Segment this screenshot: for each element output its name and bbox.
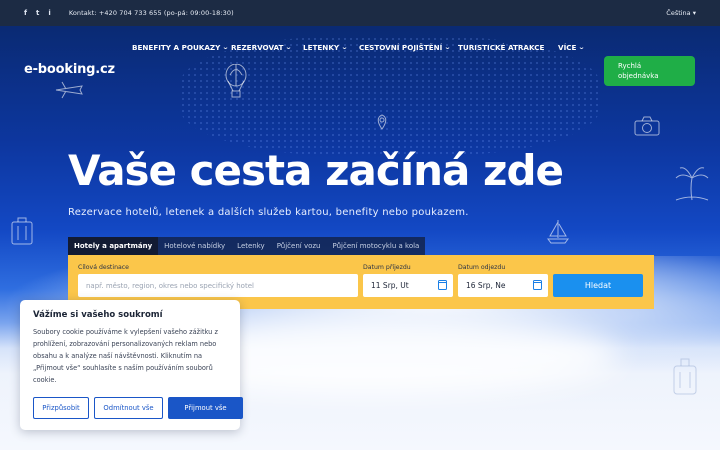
nav-benefity[interactable]: BENEFITY A POUKAZY ⌄	[132, 43, 231, 52]
accept-all-button[interactable]: Přijmout vše	[168, 397, 243, 419]
checkin-field[interactable]: 11 Srp, Ut	[363, 274, 453, 297]
chevron-down-icon: ⌄	[341, 44, 349, 51]
calendar-icon	[438, 280, 447, 290]
contact-info: Kontakt: +420 704 733 655 (po-pá: 09:00-…	[68, 9, 234, 17]
twitter-icon[interactable]: t	[36, 9, 39, 17]
instagram-icon[interactable]: i	[48, 9, 50, 17]
nav-letenky[interactable]: LETENKY ⌄	[303, 43, 359, 52]
cookie-title: Vážíme si vašeho soukromí	[33, 310, 163, 320]
search-button[interactable]: Hledat	[553, 274, 643, 297]
nav-pojisteni[interactable]: CESTOVNÍ POJIŠTĚNÍ ⌄	[359, 43, 458, 52]
destination-label: Cílová destinace	[78, 264, 129, 271]
checkout-field[interactable]: 16 Srp, Ne	[458, 274, 548, 297]
customize-button[interactable]: Přizpůsobit	[33, 397, 89, 419]
nav-rezervovat[interactable]: REZERVOVAT ⌄	[231, 43, 303, 52]
luggage-icon	[673, 358, 697, 395]
tab-flights[interactable]: Letenky	[231, 237, 271, 255]
social-links: f t i	[24, 9, 51, 17]
chevron-down-icon: ⌄	[222, 44, 230, 51]
palm-island-icon	[675, 167, 709, 201]
destination-input[interactable]: např. město, region, okres nebo specific…	[78, 274, 358, 297]
hero-subtitle: Rezervace hotelů, letenek a dalších služ…	[68, 207, 469, 218]
suitcase-icon	[11, 217, 33, 245]
quick-order-button[interactable]: Rychlá objednávka	[604, 56, 695, 86]
calendar-icon	[533, 280, 542, 290]
chevron-down-icon: ⌄	[578, 44, 586, 51]
camera-icon	[634, 116, 660, 136]
sailboat-icon	[547, 220, 569, 244]
hero-title: Vaše cesta začíná zde	[68, 146, 564, 195]
cookie-consent-dialog: Vážíme si vašeho soukromí Soubory cookie…	[20, 300, 243, 430]
chevron-down-icon: ⌄	[285, 44, 293, 51]
tab-moto-rental[interactable]: Půjčení motocyklu a kola	[326, 237, 425, 255]
tab-car-rental[interactable]: Půjčení vozu	[271, 237, 327, 255]
nav-atrakce[interactable]: TURISTICKÉ ATRAKCE	[458, 43, 558, 52]
chevron-down-icon: ⌄	[444, 44, 452, 51]
airplane-icon	[55, 81, 83, 99]
language-selector[interactable]: Čeština ▾	[666, 9, 696, 17]
tab-hotel-offers[interactable]: Hotelové nabídky	[158, 237, 231, 255]
search-tabs: Hotely a apartmány Hotelové nabídky Lete…	[68, 237, 426, 255]
tab-hotels[interactable]: Hotely a apartmány	[68, 237, 159, 255]
map-pin-icon	[377, 114, 387, 130]
top-bar: f t i Kontakt: +420 704 733 655 (po-pá: …	[0, 0, 720, 26]
checkout-label: Datum odjezdu	[458, 264, 506, 271]
cookie-text: Soubory cookie používáme k vylepšení vaš…	[33, 328, 218, 384]
main-nav: BENEFITY A POUKAZY ⌄ REZERVOVAT ⌄ LETENKY ⌄…	[132, 43, 586, 52]
hot-air-balloon-icon	[225, 64, 247, 98]
checkin-label: Datum příjezdu	[363, 264, 411, 271]
reject-all-button[interactable]: Odmítnout vše	[94, 397, 163, 419]
site-logo[interactable]: e-booking.cz	[24, 62, 115, 77]
facebook-icon[interactable]: f	[24, 9, 27, 17]
nav-vice[interactable]: VÍCE ⌄	[558, 43, 586, 52]
cookie-buttons: Přizpůsobit Odmítnout vše Přijmout vše	[33, 397, 243, 419]
